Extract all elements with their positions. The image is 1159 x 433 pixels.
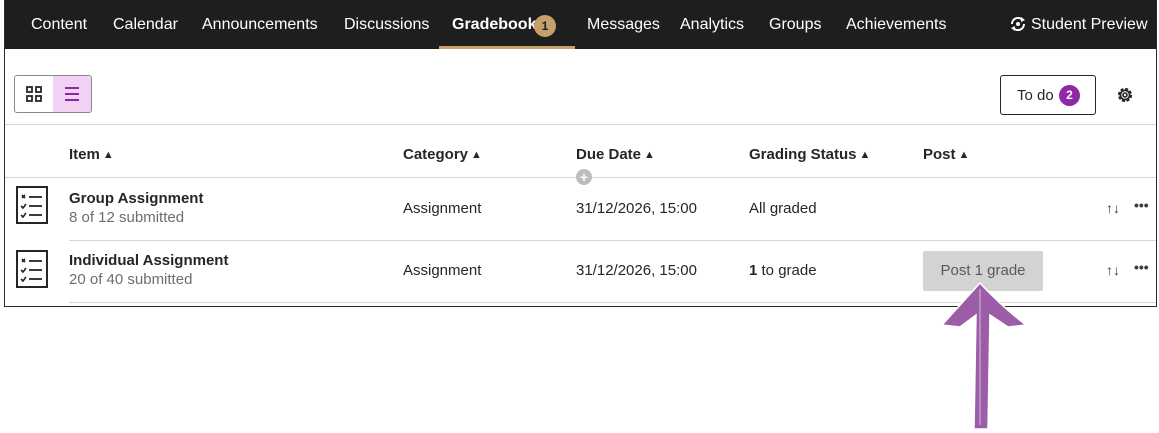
todo-count-badge: 2 [1059, 85, 1080, 106]
nav-messages[interactable]: Messages [587, 0, 660, 49]
row-divider [69, 240, 1156, 241]
active-tab-indicator [439, 46, 575, 49]
column-header-category[interactable]: Category ▲︎ [403, 146, 482, 163]
column-header-item[interactable]: Item ▲︎ [69, 146, 114, 163]
assignment-icon [13, 247, 53, 296]
more-options-icon[interactable]: ••• [1134, 259, 1149, 275]
grid-icon [26, 86, 42, 102]
item-title-link[interactable]: Individual Assignment [69, 252, 228, 269]
settings-button[interactable] [1115, 85, 1135, 110]
grading-status-cell[interactable]: 1 to grade [749, 262, 817, 279]
nav-discussions[interactable]: Discussions [344, 0, 429, 49]
nav-calendar[interactable]: Calendar [113, 0, 178, 49]
item-title-link[interactable]: Group Assignment [69, 190, 203, 207]
toolbar-divider [5, 124, 1156, 125]
grading-status-cell: All graded [749, 200, 817, 217]
submission-count: 8 of 12 submitted [69, 209, 185, 226]
due-date-cell: 31/12/2026, 15:00 [576, 262, 697, 279]
nav-groups[interactable]: Groups [769, 0, 821, 49]
to-grade-label: to grade [757, 262, 817, 279]
gradebook-badge: 1 [534, 15, 556, 37]
reorder-icon[interactable]: ↑↓ [1106, 200, 1120, 216]
grid-view-button[interactable] [15, 76, 54, 112]
todo-label: To do [1017, 87, 1054, 104]
column-header-post[interactable]: Post ▲︎ [923, 146, 969, 163]
view-toggle [14, 75, 92, 113]
column-header-grading-status[interactable]: Grading Status ▲︎ [749, 146, 870, 163]
assignment-icon [13, 183, 53, 232]
list-icon [65, 87, 79, 101]
submission-count: 20 of 40 submitted [69, 271, 193, 288]
list-view-button[interactable] [53, 76, 91, 112]
column-header-due-date[interactable]: Due Date ▲︎ [576, 146, 655, 163]
gear-icon [1117, 87, 1133, 103]
student-preview-button[interactable]: Student Preview [1009, 0, 1148, 49]
nav-gradebook[interactable]: Gradebook [452, 0, 536, 49]
due-date-cell: 31/12/2026, 15:00 [576, 200, 697, 217]
student-preview-label: Student Preview [1031, 16, 1148, 33]
category-cell: Assignment [403, 262, 482, 279]
nav-content[interactable]: Content [31, 0, 87, 49]
nav-analytics[interactable]: Analytics [680, 0, 744, 49]
reorder-icon[interactable]: ↑↓ [1106, 262, 1120, 278]
nav-achievements[interactable]: Achievements [846, 0, 947, 49]
category-cell: Assignment [403, 200, 482, 217]
course-top-nav: Content Calendar Announcements Discussio… [5, 0, 1156, 49]
preview-icon [1010, 16, 1026, 32]
nav-announcements[interactable]: Announcements [202, 0, 318, 49]
add-column-icon[interactable]: + [576, 169, 592, 185]
gradebook-frame: Content Calendar Announcements Discussio… [4, 0, 1157, 307]
annotation-arrow-icon [940, 281, 1028, 430]
more-options-icon[interactable]: ••• [1134, 197, 1149, 213]
todo-button[interactable]: To do 2 [1000, 75, 1096, 115]
